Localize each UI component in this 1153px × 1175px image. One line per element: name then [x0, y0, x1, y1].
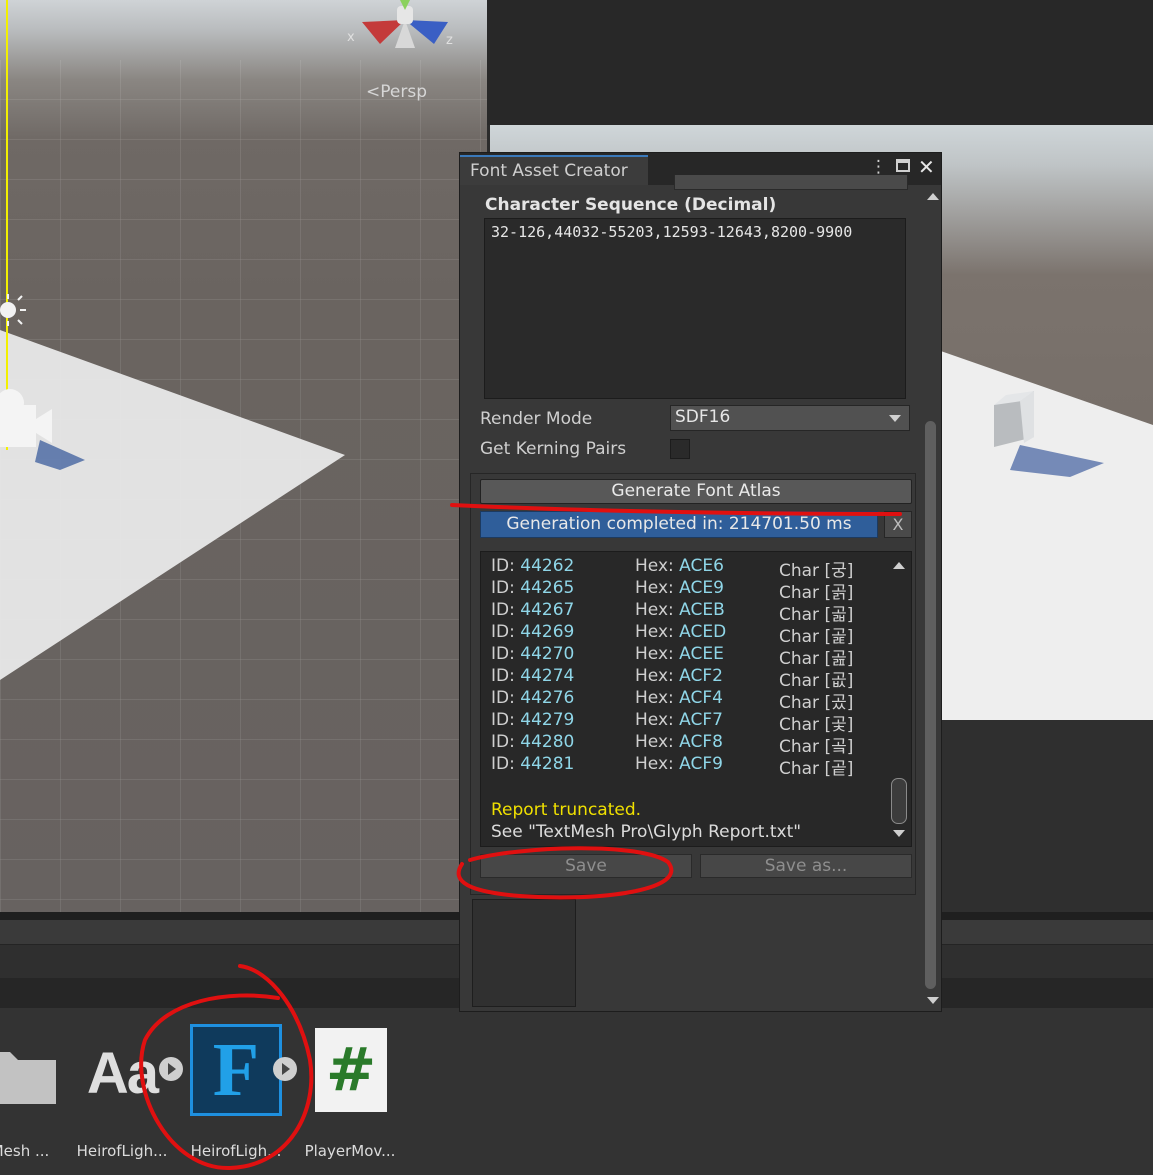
generate-font-atlas-button[interactable]: Generate Font Atlas — [480, 479, 912, 504]
asset-label: HeirofLigh... — [190, 1142, 282, 1160]
scroll-up-icon[interactable] — [893, 562, 905, 569]
orientation-gizmo[interactable] — [350, 0, 460, 60]
character-sequence-input[interactable]: 32-126,44032-55203,12593-12643,8200-9900 — [484, 218, 906, 399]
save-button[interactable]: Save — [480, 854, 692, 878]
render-mode-value: SDF16 — [675, 407, 731, 427]
generation-progress-bar: Generation completed in: 214701.50 ms — [480, 511, 878, 538]
maximize-icon[interactable] — [896, 159, 910, 172]
glyph-hex: Hex: ACF7 — [635, 710, 723, 730]
glyph-hex: Hex: ACF4 — [635, 688, 723, 708]
close-icon[interactable]: ✕ — [918, 155, 935, 179]
window-scrollbar-thumb[interactable] — [925, 421, 936, 989]
expand-arrow-icon[interactable] — [158, 1056, 184, 1082]
expand-arrow-icon[interactable] — [272, 1056, 298, 1082]
kerning-label: Get Kerning Pairs — [480, 439, 627, 459]
window-scroll-up-icon[interactable] — [927, 193, 939, 200]
folder-icon — [0, 1028, 60, 1118]
glyph-char: Char [곹] — [779, 759, 854, 779]
asset-label: PlayerMov... — [304, 1142, 396, 1160]
window-scroll-down-icon[interactable] — [927, 997, 939, 1004]
glyph-report-area[interactable]: ID: 44262 Hex: ACE6 Char [궁] ID: 44265 Hex: … — [480, 551, 912, 847]
persp-label: Persp — [380, 82, 427, 102]
atlas-preview — [472, 899, 576, 1007]
directional-light-icon[interactable] — [0, 290, 30, 330]
glyph-id: ID: 44265 — [491, 578, 575, 598]
asset-item[interactable]: Aa HeirofLigh... — [72, 1028, 172, 1161]
gizmo-x-label: x — [347, 30, 355, 45]
font-aa-glyph: Aa — [86, 1040, 159, 1106]
render-mode-select[interactable]: SDF16 — [670, 405, 910, 431]
glyph-hex: Hex: ACE9 — [635, 578, 724, 598]
persp-toggle[interactable]: <Persp — [366, 82, 427, 102]
game-view-header — [487, 0, 1153, 125]
scene-y-axis-line — [6, 0, 8, 450]
glyph-hex: Hex: ACF2 — [635, 666, 723, 686]
glyph-id: ID: 44262 — [491, 556, 575, 576]
font-source-dropdown-cut[interactable] — [674, 175, 908, 190]
glyph-id: ID: 44281 — [491, 754, 575, 774]
scene-view[interactable]: x z <Persp — [0, 0, 487, 912]
asset-item[interactable]: F HeirofLigh... — [186, 1024, 286, 1160]
font-asset-creator-window: Font Asset Creator ⋮ ✕ Character Sequenc… — [459, 152, 942, 1012]
glyph-id: ID: 44276 — [491, 688, 575, 708]
game-view-footer — [940, 720, 1153, 920]
scroll-down-icon[interactable] — [893, 830, 905, 837]
cancel-generation-button[interactable]: X — [884, 511, 912, 538]
asset-item[interactable]: # PlayerMov... — [300, 1028, 400, 1160]
report-file-note: See "TextMesh Pro\Glyph Report.txt" — [491, 822, 802, 842]
character-sequence-label: Character Sequence (Decimal) — [485, 195, 777, 215]
glyph-id: ID: 44267 — [491, 600, 575, 620]
kerning-checkbox[interactable] — [670, 439, 690, 459]
gizmo-z-label: z — [446, 33, 453, 48]
report-truncated-text: Report truncated. — [491, 800, 642, 820]
report-scrollbar-thumb[interactable] — [891, 778, 907, 824]
glyph-hex: Hex: ACEE — [635, 644, 724, 664]
font-asset-f-icon: F — [190, 1024, 282, 1116]
font-aa-icon: Aa — [82, 1028, 162, 1118]
camera-gizmo-icon[interactable] — [0, 385, 60, 465]
asset-item[interactable]: Mesh ... — [0, 1028, 70, 1160]
glyph-hex: Hex: ACE6 — [635, 556, 724, 576]
render-mode-label: Render Mode — [480, 409, 593, 429]
glyph-id: ID: 44274 — [491, 666, 575, 686]
chevron-down-icon — [889, 415, 901, 422]
scene-floor-plane — [0, 330, 345, 680]
chevron-left-icon: < — [366, 82, 381, 102]
glyph-id: ID: 44269 — [491, 622, 575, 642]
glyph-id: ID: 44279 — [491, 710, 575, 730]
glyph-id: ID: 44270 — [491, 644, 575, 664]
asset-label: HeirofLigh... — [76, 1142, 168, 1160]
glyph-hex: Hex: ACEB — [635, 600, 725, 620]
csharp-script-icon: # — [315, 1028, 387, 1112]
glyph-hex: Hex: ACF8 — [635, 732, 723, 752]
csharp-glyph: # — [325, 1035, 377, 1105]
window-tab[interactable]: Font Asset Creator — [460, 155, 648, 185]
font-asset-glyph: F — [212, 1027, 260, 1112]
project-assets-grid: Mesh ... Aa HeirofLigh... F HeirofLigh..… — [0, 1008, 1153, 1175]
glyph-hex: Hex: ACF9 — [635, 754, 723, 774]
glyph-hex: Hex: ACED — [635, 622, 727, 642]
glyph-id: ID: 44280 — [491, 732, 575, 752]
save-as-button[interactable]: Save as... — [700, 854, 912, 878]
